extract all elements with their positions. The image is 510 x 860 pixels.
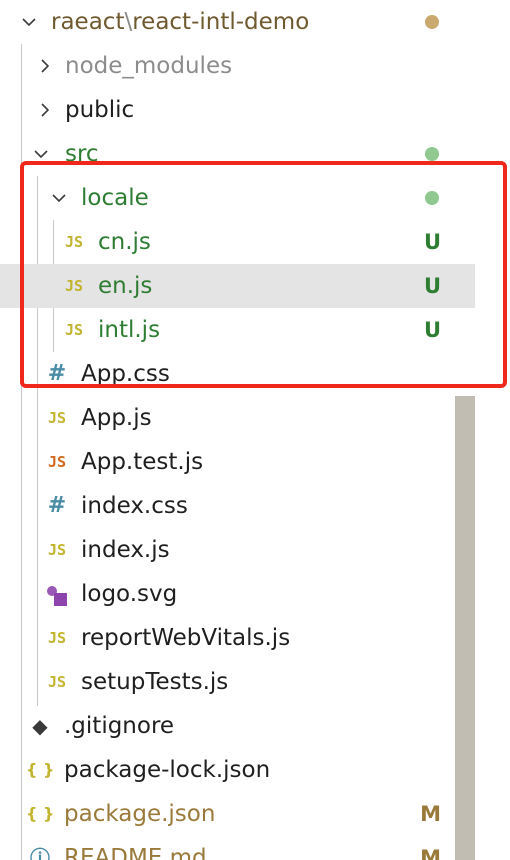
untracked-badge: U [423, 318, 441, 342]
untracked-badge: U [423, 274, 441, 298]
file-label: App.test.js [81, 449, 204, 475]
file-label: intl.js [98, 317, 161, 343]
js-file-icon: JS [64, 321, 84, 339]
file-report-web-vitals[interactable]: JS reportWebVitals.js [0, 616, 475, 660]
file-label: reportWebVitals.js [81, 625, 291, 651]
folder-src[interactable]: src [0, 132, 475, 176]
folder-label: node_modules [65, 53, 233, 79]
file-label: index.css [81, 493, 188, 519]
file-app-js[interactable]: JS App.js [0, 396, 475, 440]
js-file-icon: JS [47, 409, 67, 427]
js-file-icon: JS [64, 233, 84, 251]
js-file-icon: JS [47, 629, 67, 647]
folder-locale[interactable]: locale [0, 176, 475, 220]
file-label: package-lock.json [64, 757, 271, 783]
file-label: package.json [64, 801, 216, 827]
file-intl-js[interactable]: JS intl.js U [0, 308, 475, 352]
chevron-down-icon [34, 150, 48, 159]
untracked-badge: U [423, 230, 441, 254]
file-package-json[interactable]: { } package.json M [0, 792, 475, 836]
root-folder[interactable]: raeact\react-intl-demo [0, 0, 475, 44]
scrollbar[interactable] [455, 396, 475, 860]
file-label: App.js [81, 405, 152, 431]
file-index-css[interactable]: # index.css [0, 484, 475, 528]
file-label: cn.js [98, 229, 151, 255]
info-icon: ⓘ [30, 846, 50, 860]
folder-label: src [65, 141, 99, 167]
file-label: setupTests.js [81, 669, 229, 695]
file-explorer: raeact\react-intl-demo node_modules publ… [0, 0, 510, 860]
svg-file-icon [43, 572, 71, 616]
css-file-icon: # [47, 361, 67, 386]
chevron-right-icon [41, 59, 50, 73]
css-file-icon: # [47, 493, 67, 518]
folder-label: public [65, 97, 135, 123]
folder-node-modules[interactable]: node_modules [0, 44, 475, 88]
modified-dot [425, 15, 439, 29]
js-file-icon: JS [64, 277, 84, 295]
file-label: en.js [98, 273, 153, 299]
modified-badge: M [420, 846, 441, 860]
json-file-icon: { } [26, 760, 55, 779]
file-setup-tests[interactable]: JS setupTests.js [0, 660, 475, 704]
file-label: README.md [64, 845, 207, 860]
json-file-icon: { } [26, 804, 55, 823]
file-en-js[interactable]: JS en.js U [0, 264, 475, 308]
untracked-dot [425, 191, 439, 205]
folder-label: locale [81, 185, 149, 211]
workspace-name: raeact [51, 9, 125, 35]
file-index-js[interactable]: JS index.js [0, 528, 475, 572]
file-logo-svg[interactable]: logo.svg [0, 572, 475, 616]
git-icon: ◆ [32, 714, 48, 738]
file-label: index.js [81, 537, 170, 563]
js-file-icon: JS [47, 673, 67, 691]
file-label: App.css [81, 361, 170, 387]
file-cn-js[interactable]: JS cn.js U [0, 220, 475, 264]
chevron-down-icon [52, 194, 66, 203]
js-test-file-icon: JS [47, 453, 67, 471]
root-folder-label: raeact\react-intl-demo [51, 0, 309, 44]
file-gitignore[interactable]: ◆ .gitignore [0, 704, 475, 748]
folder-public[interactable]: public [0, 88, 475, 132]
chevron-right-icon [41, 103, 50, 117]
modified-badge: M [420, 802, 441, 826]
file-app-test-js[interactable]: JS App.test.js [0, 440, 475, 484]
file-label: logo.svg [81, 581, 178, 607]
untracked-dot [425, 147, 439, 161]
file-package-lock[interactable]: { } package-lock.json [0, 748, 475, 792]
file-app-css[interactable]: # App.css [0, 352, 475, 396]
js-file-icon: JS [47, 541, 67, 559]
file-label: .gitignore [64, 713, 175, 739]
file-readme[interactable]: ⓘ README.md M [0, 836, 475, 860]
project-name: react-intl-demo [132, 9, 310, 35]
chevron-down-icon [22, 18, 36, 27]
